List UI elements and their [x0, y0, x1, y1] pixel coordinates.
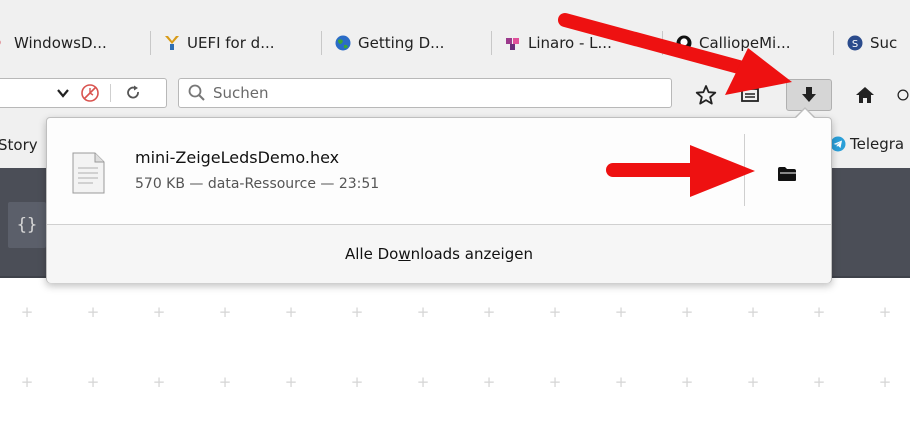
url-divider — [110, 84, 111, 102]
grid-plus-mark: + — [218, 373, 232, 391]
telegram-icon — [830, 136, 846, 152]
grid-plus-mark: + — [20, 373, 34, 391]
grid-plus-mark: + — [680, 303, 694, 321]
bookmark-separator — [662, 31, 663, 55]
grid-plus-mark: + — [86, 303, 100, 321]
search-placeholder: Suchen — [213, 84, 269, 102]
blocked-tracking-icon[interactable] — [78, 81, 102, 105]
grid-plus-mark: + — [284, 373, 298, 391]
bookmark-separator — [491, 31, 492, 55]
download-arrow-icon — [802, 87, 816, 102]
chevron-down-icon[interactable] — [52, 82, 74, 104]
bookmark-label: Suc — [870, 34, 898, 52]
home-icon[interactable] — [850, 82, 880, 108]
bookmark-label: WindowsD... — [14, 34, 107, 52]
folder-icon — [778, 167, 796, 181]
item-separator — [744, 134, 745, 206]
grid-plus-mark: + — [416, 303, 430, 321]
open-folder-button[interactable] — [769, 160, 805, 188]
bookmark-label: CalliopeMi... — [699, 34, 791, 52]
bookmark-separator — [321, 31, 322, 55]
file-icon — [72, 152, 105, 194]
grid-plus-mark: + — [746, 373, 760, 391]
bookmark-story[interactable]: Story — [0, 136, 38, 154]
grid-plus-mark: + — [614, 303, 628, 321]
footer-text-pre: Alle Do — [345, 245, 399, 263]
downloads-panel: mini-ZeigeLedsDemo.hex 570 KB — data-Res… — [46, 117, 832, 283]
red-heart-icon — [0, 40, 1, 45]
reload-icon[interactable] — [122, 82, 144, 104]
show-all-downloads-button[interactable]: Alle Do w nloads anzeigen — [47, 224, 831, 283]
grid-plus-mark: + — [680, 373, 694, 391]
footer-accesskey: w — [398, 245, 411, 263]
download-item[interactable]: mini-ZeigeLedsDemo.hex 570 KB — data-Res… — [47, 118, 831, 224]
grid-plus-mark: + — [350, 303, 364, 321]
overflow-menu-icon[interactable] — [896, 82, 910, 108]
grid-plus-mark: + — [482, 303, 496, 321]
suc-icon: S — [847, 35, 863, 51]
download-filename: mini-ZeigeLedsDemo.hex — [135, 148, 340, 167]
footer-text-post: nloads anzeigen — [410, 245, 533, 263]
bookmark-suc[interactable]: S Suc — [847, 30, 897, 56]
grid-plus-mark: + — [812, 303, 826, 321]
bookmark-separator — [150, 31, 151, 55]
star-bookmark-icon[interactable] — [692, 82, 720, 108]
grid-plus-mark: + — [86, 373, 100, 391]
bookmark-label: Linaro - L... — [528, 34, 612, 52]
globe-icon — [335, 35, 351, 51]
grid-plus-mark: + — [20, 303, 34, 321]
bookmark-windowsd[interactable]: WindowsD... — [0, 30, 107, 56]
url-bar[interactable] — [0, 78, 167, 108]
linaro-icon — [506, 38, 519, 50]
grid-plus-mark: + — [746, 303, 760, 321]
grid-plus-mark: + — [548, 373, 562, 391]
grid-plus-mark: + — [614, 373, 628, 391]
grid-plus-mark: + — [152, 373, 166, 391]
bookmark-linaro[interactable]: Linaro - L... — [505, 30, 612, 56]
svg-text:S: S — [852, 39, 858, 50]
search-icon — [188, 84, 205, 101]
github-icon — [676, 35, 692, 51]
uefi-icon — [165, 36, 179, 50]
bookmarks-bar: WindowsD... UEFI for d... Getting D... L… — [0, 0, 910, 66]
grid-plus-mark: + — [284, 303, 298, 321]
code-braces-button[interactable]: {} — [8, 202, 46, 248]
bookmark-label: Telegra — [850, 135, 905, 153]
download-meta: 570 KB — data-Ressource — 23:51 — [135, 176, 380, 192]
grid-plus-mark: + — [218, 303, 232, 321]
bookmark-separator — [833, 31, 834, 55]
bookmark-calliope[interactable]: CalliopeMi... — [676, 30, 791, 56]
grid-plus-mark: + — [812, 373, 826, 391]
bookmark-label: UEFI for d... — [187, 34, 275, 52]
grid-plus-mark: + — [152, 303, 166, 321]
grid-plus-mark: + — [878, 303, 892, 321]
grid-plus-mark: + — [878, 373, 892, 391]
grid-plus-mark: + — [416, 373, 430, 391]
grid-plus-mark: + — [548, 303, 562, 321]
bookmark-getting-d[interactable]: Getting D... — [335, 30, 444, 56]
grid-plus-mark: + — [350, 373, 364, 391]
bookmark-telegram[interactable]: Telegra — [830, 135, 904, 153]
panel-pointer-inner — [795, 109, 815, 119]
grid-plus-mark: + — [482, 373, 496, 391]
reading-list-icon[interactable] — [736, 82, 764, 108]
bookmark-uefi[interactable]: UEFI for d... — [164, 30, 275, 56]
search-input[interactable]: Suchen — [178, 78, 672, 108]
bookmark-label: Getting D... — [358, 34, 445, 52]
